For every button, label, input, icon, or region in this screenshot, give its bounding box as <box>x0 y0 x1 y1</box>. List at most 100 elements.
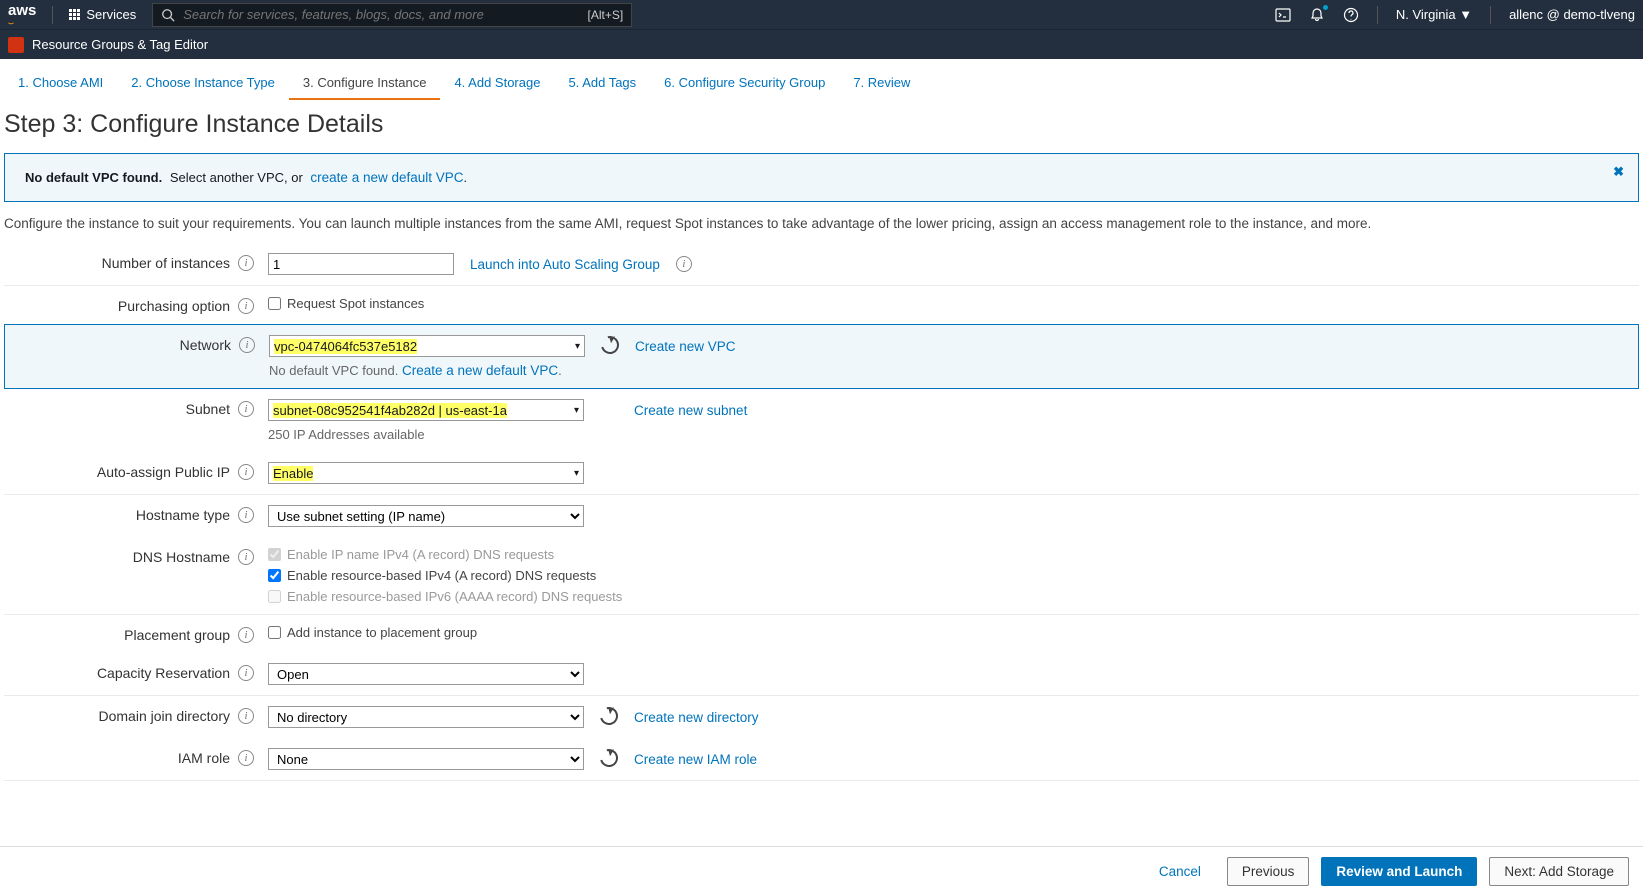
cancel-button[interactable]: Cancel <box>1145 858 1215 885</box>
grid-icon <box>69 9 80 20</box>
tab-review[interactable]: 7. Review <box>839 67 924 100</box>
network-subtext-bold: No default VPC found. <box>269 363 398 378</box>
wizard-tabs: 1. Choose AMI 2. Choose Instance Type 3.… <box>0 59 1643 100</box>
dns-ipv4-ipname-checkbox <box>268 548 281 561</box>
row-network: Network i vpc-0474064fc537e5182▾ Create … <box>5 325 1638 388</box>
row-purchasing-option: Purchasing option i Request Spot instanc… <box>4 285 1639 324</box>
domain-join-select[interactable]: No directory <box>268 706 584 728</box>
network-select[interactable]: vpc-0474064fc537e5182▾ <box>269 335 585 357</box>
create-iam-role-link[interactable]: Create new IAM role <box>634 752 757 767</box>
placement-group-option[interactable]: Add instance to placement group <box>268 625 477 640</box>
label-capacity-reservation: Capacity Reservation <box>97 665 230 681</box>
info-icon[interactable]: i <box>238 401 254 417</box>
info-icon[interactable]: i <box>238 549 254 565</box>
notifications-icon[interactable] <box>1309 7 1325 23</box>
label-placement-group: Placement group <box>124 627 230 643</box>
spot-instances-option[interactable]: Request Spot instances <box>268 296 424 311</box>
label-hostname-type: Hostname type <box>136 507 230 523</box>
global-nav: aws ⌣ Services [Alt+S] N. Virginia ▼ all… <box>0 0 1643 29</box>
row-cutoff <box>4 780 1639 801</box>
subnet-select[interactable]: subnet-08c952541f4ab282d | us-east-1a▾ <box>268 399 584 421</box>
account-menu[interactable]: allenc @ demo-tlveng <box>1509 7 1635 22</box>
row-number-of-instances: Number of instances i Launch into Auto S… <box>4 243 1639 285</box>
next-button[interactable]: Next: Add Storage <box>1489 857 1629 886</box>
row-subnet: Subnet i subnet-08c952541f4ab282d | us-e… <box>4 389 1639 452</box>
row-domain-join: Domain join directory i No directory Cre… <box>4 695 1639 738</box>
wizard-footer: Cancel Previous Review and Launch Next: … <box>0 846 1643 896</box>
search-icon <box>161 8 175 22</box>
refresh-icon[interactable] <box>600 707 618 728</box>
info-icon[interactable]: i <box>238 464 254 480</box>
auto-assign-ip-select[interactable]: Enable▾ <box>268 462 584 484</box>
number-of-instances-input[interactable] <box>268 253 454 275</box>
row-iam-role: IAM role i None Create new IAM role <box>4 738 1639 780</box>
close-icon[interactable]: ✖ <box>1613 164 1624 180</box>
label-auto-assign-ip: Auto-assign Public IP <box>97 464 230 480</box>
info-icon[interactable]: i <box>238 255 254 271</box>
capacity-reservation-select[interactable]: Open <box>268 663 584 685</box>
tab-choose-ami[interactable]: 1. Choose AMI <box>4 67 117 100</box>
info-icon[interactable]: i <box>238 750 254 766</box>
info-icon[interactable]: i <box>238 665 254 681</box>
info-icon[interactable]: i <box>676 256 692 272</box>
row-network-highlighted: Network i vpc-0474064fc537e5182▾ Create … <box>4 324 1639 389</box>
dns-ipv6-resource-checkbox <box>268 590 281 603</box>
row-auto-assign-ip: Auto-assign Public IP i Enable▾ <box>4 452 1639 494</box>
tab-add-storage[interactable]: 4. Add Storage <box>440 67 554 100</box>
placement-group-checkbox[interactable] <box>268 626 281 639</box>
iam-role-select[interactable]: None <box>268 748 584 770</box>
spot-instances-checkbox[interactable] <box>268 297 281 310</box>
create-directory-link[interactable]: Create new directory <box>634 710 759 725</box>
review-and-launch-button[interactable]: Review and Launch <box>1321 857 1477 886</box>
info-icon[interactable]: i <box>238 627 254 643</box>
configure-form: Number of instances i Launch into Auto S… <box>0 243 1643 801</box>
hostname-type-select[interactable]: Use subnet setting (IP name) <box>268 505 584 527</box>
cloudshell-icon[interactable] <box>1275 7 1291 23</box>
subnet-subtext: 250 IP Addresses available <box>268 427 425 442</box>
separator <box>52 6 53 24</box>
tab-add-tags[interactable]: 5. Add Tags <box>554 67 650 100</box>
launch-asg-link[interactable]: Launch into Auto Scaling Group <box>470 257 660 272</box>
create-default-vpc-inline-link[interactable]: Create a new default VPC <box>402 363 558 378</box>
label-dns-hostname: DNS Hostname <box>133 549 230 565</box>
content-area: 1. Choose AMI 2. Choose Instance Type 3.… <box>0 59 1643 837</box>
create-default-vpc-link[interactable]: create a new default VPC <box>310 170 463 185</box>
label-network: Network <box>180 337 231 353</box>
search-bar[interactable]: [Alt+S] <box>152 3 632 27</box>
label-number-of-instances: Number of instances <box>102 255 230 271</box>
help-icon[interactable] <box>1343 7 1359 23</box>
info-icon[interactable]: i <box>239 337 255 353</box>
tab-configure-instance[interactable]: 3. Configure Instance <box>289 67 441 100</box>
tab-security-group[interactable]: 6. Configure Security Group <box>650 67 839 100</box>
separator <box>1490 6 1491 24</box>
previous-button[interactable]: Previous <box>1227 857 1310 886</box>
services-menu[interactable]: Services <box>61 3 144 26</box>
row-hostname-type: Hostname type i Use subnet setting (IP n… <box>4 494 1639 537</box>
refresh-icon[interactable] <box>600 749 618 770</box>
notice-bold: No default VPC found. <box>25 170 162 185</box>
info-icon[interactable]: i <box>238 298 254 314</box>
aws-logo[interactable]: aws ⌣ <box>8 2 36 28</box>
dns-ipv4-resource-checkbox[interactable] <box>268 569 281 582</box>
region-selector[interactable]: N. Virginia ▼ <box>1396 7 1472 22</box>
services-label: Services <box>86 7 136 22</box>
dns-ipv6-resource-option: Enable resource-based IPv6 (AAAA record)… <box>268 589 622 604</box>
row-placement-group: Placement group i Add instance to placem… <box>4 614 1639 653</box>
search-input[interactable] <box>183 7 587 22</box>
resource-groups-icon <box>8 37 24 53</box>
page-title: Step 3: Configure Instance Details <box>0 100 1643 151</box>
info-icon[interactable]: i <box>238 708 254 724</box>
row-capacity-reservation: Capacity Reservation i Open <box>4 653 1639 695</box>
info-icon[interactable]: i <box>238 507 254 523</box>
create-subnet-link[interactable]: Create new subnet <box>634 403 747 418</box>
label-purchasing-option: Purchasing option <box>118 298 230 314</box>
aws-smile-icon: ⌣ <box>8 19 36 28</box>
resource-groups-link[interactable]: Resource Groups & Tag Editor <box>32 37 208 52</box>
label-iam-role: IAM role <box>178 750 230 766</box>
create-vpc-link[interactable]: Create new VPC <box>635 339 736 354</box>
dns-ipv4-resource-option[interactable]: Enable resource-based IPv4 (A record) DN… <box>268 568 596 583</box>
refresh-icon[interactable] <box>601 336 619 357</box>
separator <box>1377 6 1378 24</box>
tab-instance-type[interactable]: 2. Choose Instance Type <box>117 67 289 100</box>
no-default-vpc-notice: No default VPC found. Select another VPC… <box>4 153 1639 202</box>
